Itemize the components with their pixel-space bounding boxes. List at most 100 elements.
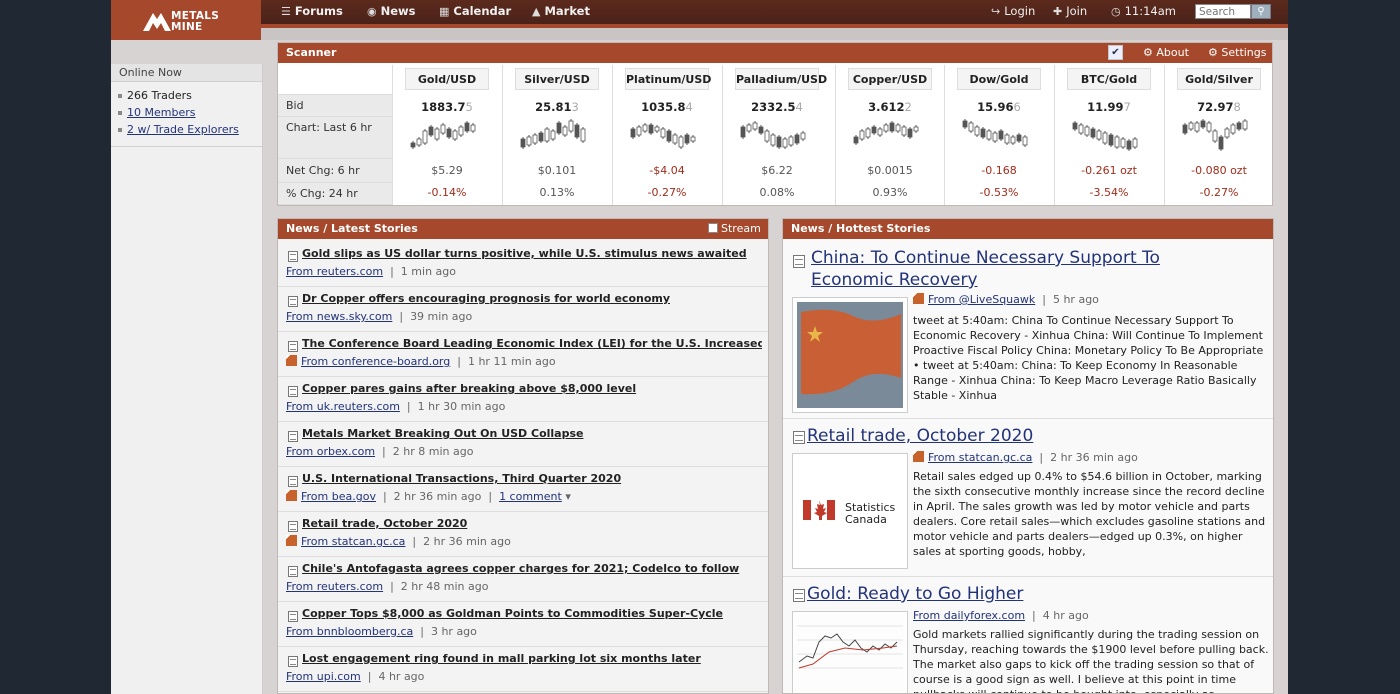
- story-source-link[interactable]: From upi.com: [286, 670, 361, 683]
- story-title[interactable]: Retail trade, October 2020: [302, 517, 762, 530]
- hot-story-meta: From statcan.gc.ca | 2 hr 36 min ago: [913, 451, 1138, 464]
- join-link[interactable]: ✚ Join: [1053, 0, 1087, 24]
- story-title[interactable]: Copper Tops $8,000 as Goldman Points to …: [302, 607, 762, 620]
- document-icon: [288, 251, 298, 262]
- story-title[interactable]: Chile's Antofagasta agrees copper charge…: [302, 562, 762, 575]
- online-trade-explorers-link[interactable]: 2 w/ Trade Explorers: [118, 121, 262, 138]
- story-meta: From conference-board.org | 1 hr 11 min …: [286, 355, 556, 368]
- stream-toggle[interactable]: Stream: [708, 221, 761, 237]
- scanner-column[interactable]: Gold/USD 1883.75 $5.29 -0.14%: [392, 65, 500, 205]
- scanner-net-change: -0.168: [981, 164, 1017, 177]
- clock-time: ◷ 11:14am: [1111, 0, 1176, 24]
- story-source-link[interactable]: From uk.reuters.com: [286, 400, 400, 413]
- story-item: Chile's Antofagasta agrees copper charge…: [278, 557, 768, 602]
- story-title[interactable]: Copper pares gains after breaking above …: [302, 382, 762, 395]
- scanner-symbol[interactable]: Palladium/USD: [735, 68, 827, 90]
- story-source-link[interactable]: From bnnbloomberg.ca: [286, 625, 413, 638]
- hot-story-thumbnail[interactable]: Statistics Canada: [792, 453, 908, 569]
- story-meta: From bnnbloomberg.ca | 3 hr ago: [286, 625, 477, 638]
- scanner-column[interactable]: Platinum/USD 1035.84 -$4.04 -0.27%: [612, 65, 720, 205]
- row-label-net-chg: Net Chg: 6 hr: [278, 159, 392, 183]
- scanner-pct-change: 0.93%: [872, 186, 908, 199]
- scanner-settings-link[interactable]: ⚙ Settings: [1208, 43, 1267, 63]
- scanner-column[interactable]: Palladium/USD 2332.54 $6.22 0.08%: [722, 65, 830, 205]
- story-meta: From reuters.com | 2 hr 48 min ago: [286, 580, 489, 593]
- hot-story-thumbnail[interactable]: [792, 297, 908, 413]
- story-source-link[interactable]: From reuters.com: [286, 580, 383, 593]
- story-title[interactable]: Dr Copper offers encouraging prognosis f…: [302, 292, 762, 305]
- story-source-link[interactable]: From conference-board.org: [301, 355, 450, 368]
- scanner-about-link[interactable]: ⚙ About: [1143, 43, 1189, 63]
- nav-news[interactable]: ◉ News: [367, 0, 416, 24]
- hot-story-source-link[interactable]: From dailyforex.com: [913, 609, 1025, 622]
- nav-market[interactable]: ▲ Market: [532, 0, 590, 24]
- story-title[interactable]: Lost engagement ring found in mall parki…: [302, 652, 762, 665]
- hot-story-title[interactable]: China: To Continue Necessary Support To …: [811, 247, 1160, 291]
- hot-story-title[interactable]: Gold: Ready to Go Higher: [807, 583, 1023, 605]
- row-label-chart: Chart: Last 6 hr: [278, 117, 392, 159]
- hot-story-source-link[interactable]: From @LiveSquawk: [928, 293, 1035, 306]
- site-logo[interactable]: METALS MINE: [111, 0, 261, 40]
- scanner-net-change: -0.080 ozt: [1191, 164, 1247, 177]
- story-title[interactable]: Metals Market Breaking Out On USD Collap…: [302, 427, 762, 440]
- scanner-symbol[interactable]: Dow/Gold: [957, 68, 1041, 90]
- scanner-net-change: -0.261 ozt: [1081, 164, 1137, 177]
- scanner-pct-change: 0.13%: [539, 186, 575, 199]
- nav-forums[interactable]: ☰ Forums: [281, 0, 343, 24]
- hot-story-source-link[interactable]: From statcan.gc.ca: [928, 451, 1032, 464]
- scanner-column[interactable]: BTC/Gold 11.997 -0.261 ozt -3.54%: [1054, 65, 1162, 205]
- scanner-bid: 1035.84: [641, 100, 693, 114]
- page: METALS MINE ☰ Forums ◉ News ▦ Calendar ▲ Mar…: [111, 0, 1288, 694]
- scanner-column[interactable]: Gold/Silver 72.978 -0.080 ozt -0.27%: [1164, 65, 1272, 205]
- hot-story-body: Retail sales edged up 0.4% to $54.6 bill…: [913, 470, 1266, 558]
- nav-calendar[interactable]: ▦ Calendar: [439, 0, 511, 24]
- scanner-pct-change: 0.08%: [759, 186, 795, 199]
- hot-story-body: Gold markets rallied significantly durin…: [913, 628, 1269, 693]
- online-members-link[interactable]: 10 Members: [118, 104, 262, 121]
- hot-story: China: To Continue Necessary Support To …: [783, 241, 1273, 419]
- scanner-column[interactable]: Dow/Gold 15.966 -0.168 -0.53%: [944, 65, 1052, 205]
- hot-story-thumbnail[interactable]: [792, 611, 908, 693]
- story-source-link[interactable]: From bea.gov: [301, 490, 376, 503]
- statistics-canada-text: Statistics Canada: [845, 501, 896, 526]
- story-source-link[interactable]: From statcan.gc.ca: [301, 535, 405, 548]
- hot-story-title[interactable]: Retail trade, October 2020: [807, 425, 1033, 447]
- document-icon: [288, 296, 298, 307]
- online-now-panel: Online Now 266 Traders 10 Members 2 w/ T…: [111, 64, 263, 694]
- login-link[interactable]: ↪ Login: [991, 0, 1035, 24]
- search-input[interactable]: [1195, 4, 1251, 19]
- story-source-link[interactable]: From news.sky.com: [286, 310, 392, 323]
- scanner-toggle-checkbox[interactable]: ✔: [1108, 45, 1123, 60]
- story-title[interactable]: The Conference Board Leading Economic In…: [302, 337, 762, 350]
- scanner-sparkline: [740, 121, 806, 149]
- scanner-pct-change: -0.53%: [979, 186, 1019, 199]
- scanner-symbol[interactable]: Silver/USD: [515, 68, 599, 90]
- online-traders: 266 Traders: [118, 87, 262, 104]
- scanner-symbol[interactable]: Gold/USD: [405, 68, 489, 90]
- scanner-symbol[interactable]: Platinum/USD: [625, 68, 711, 90]
- stream-checkbox[interactable]: [708, 223, 718, 233]
- scanner-symbol[interactable]: Copper/USD: [848, 68, 932, 90]
- scanner-sparkline: [962, 119, 1028, 147]
- document-icon: [793, 589, 805, 602]
- story-source-link[interactable]: From orbex.com: [286, 445, 375, 458]
- story-source-link[interactable]: From reuters.com: [286, 265, 383, 278]
- story-title[interactable]: U.S. International Transactions, Third Q…: [302, 472, 762, 485]
- scanner-pct-change: -0.14%: [427, 186, 467, 199]
- document-icon: [288, 566, 298, 577]
- story-item: Gold slips as US dollar turns positive, …: [278, 242, 768, 287]
- scanner-sparkline: [1182, 119, 1248, 151]
- rss-icon: [286, 490, 297, 501]
- scanner-column[interactable]: Silver/USD 25.813 $0.101 0.13%: [502, 65, 610, 205]
- story-title[interactable]: Gold slips as US dollar turns positive, …: [302, 247, 762, 260]
- hottest-stories-header: News / Hottest Stories: [783, 219, 1273, 239]
- search-button[interactable]: ⚲: [1251, 4, 1271, 19]
- comment-link[interactable]: 1 comment: [499, 490, 562, 503]
- scanner-symbol[interactable]: BTC/Gold: [1067, 68, 1151, 90]
- logo-text: METALS MINE: [171, 10, 220, 33]
- scanner-column[interactable]: Copper/USD 3.6122 $0.0015 0.93%: [835, 65, 943, 205]
- rss-icon: [913, 451, 924, 462]
- login-icon: ↪: [991, 5, 1001, 18]
- scanner-symbol[interactable]: Gold/Silver: [1177, 68, 1261, 90]
- story-meta: From bea.gov | 2 hr 36 min ago | 1 comme…: [286, 490, 571, 503]
